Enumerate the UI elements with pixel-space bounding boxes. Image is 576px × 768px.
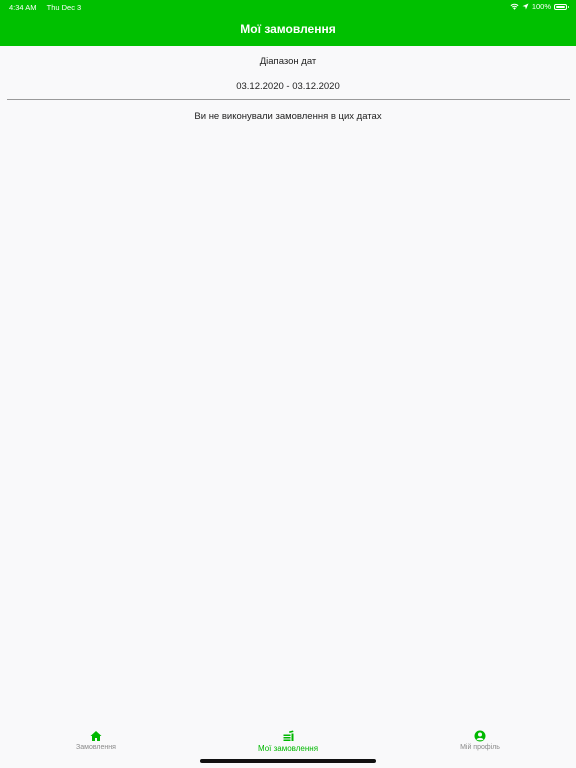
tab-profile[interactable]: Мій профіль — [420, 730, 540, 751]
tab-my-orders[interactable]: Мої замовлення — [228, 730, 348, 753]
app-screen: 4:34 AM Thu Dec 3 100% Мої замовлення Ді… — [0, 0, 576, 768]
status-date: Thu Dec 3 — [46, 3, 82, 12]
location-arrow-icon — [522, 3, 529, 10]
status-left: 4:34 AM Thu Dec 3 — [9, 3, 81, 12]
profile-icon — [474, 730, 486, 742]
status-time: 4:34 AM — [9, 3, 37, 12]
battery-icon — [554, 3, 569, 10]
status-bar: 4:34 AM Thu Dec 3 100% — [0, 0, 576, 14]
date-range-label: Діапазон дат — [259, 56, 317, 67]
battery-percent: 100% — [531, 2, 551, 11]
status-right: 100% — [510, 2, 569, 11]
tab-orders-label: Замовлення — [76, 744, 116, 751]
wifi-icon — [510, 3, 519, 10]
tab-orders[interactable]: Замовлення — [36, 730, 156, 751]
home-icon — [90, 731, 102, 741]
tab-profile-label: Мій профіль — [460, 744, 500, 751]
date-filter: Діапазон дат 03.12.2020 - 03.12.2020 — [0, 46, 576, 100]
page-title: Мої замовлення — [240, 22, 336, 36]
date-range-picker[interactable]: 03.12.2020 - 03.12.2020 — [0, 81, 576, 92]
app-header: 4:34 AM Thu Dec 3 100% Мої замовлення — [0, 0, 576, 46]
orders-list-icon — [283, 730, 293, 741]
empty-state-message: Ви не виконували замовлення в цих датах — [194, 111, 382, 122]
home-indicator — [200, 759, 376, 763]
tab-my-orders-label: Мої замовлення — [257, 744, 319, 753]
divider — [7, 99, 570, 100]
